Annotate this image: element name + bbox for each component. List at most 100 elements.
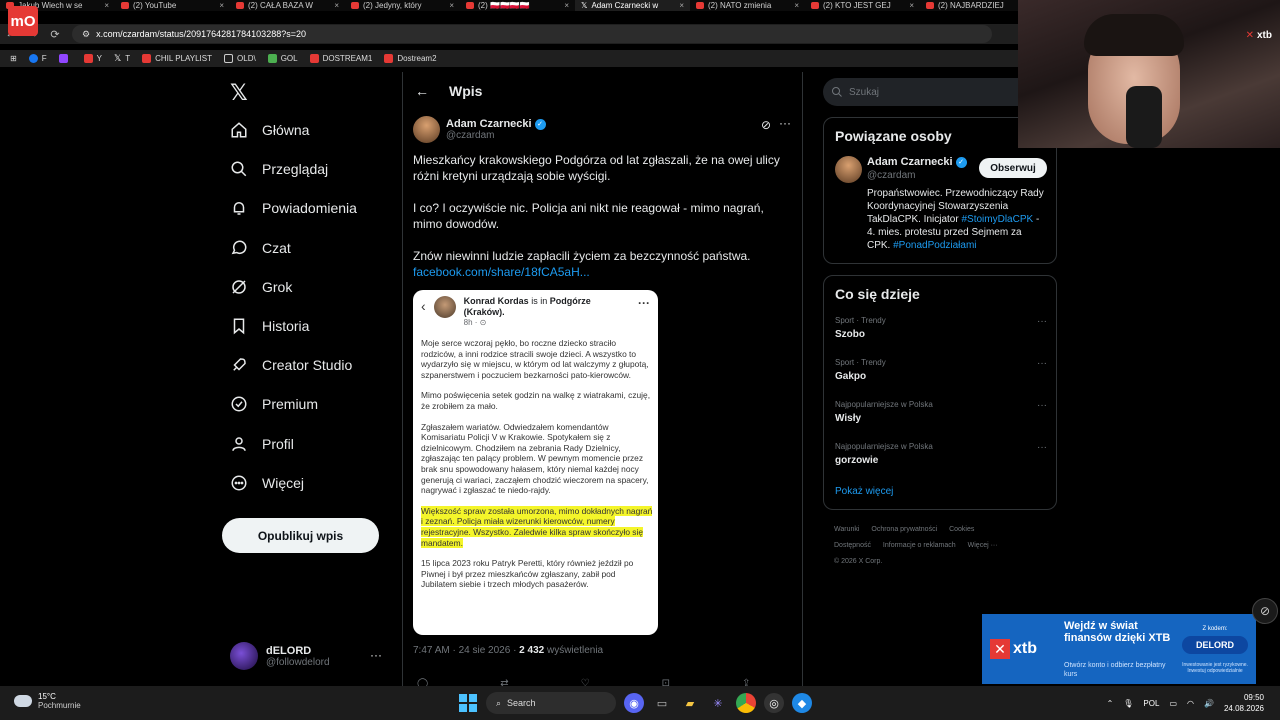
wifi-icon[interactable]: ◠ xyxy=(1187,699,1194,708)
ad-disclaimer: Inwestowanie jest ryzykowne. Inwestuj od… xyxy=(1182,662,1248,674)
nav-item-chat[interactable]: Czat xyxy=(230,239,291,257)
footer-link[interactable]: Więcej ··· xyxy=(968,542,998,549)
taskbar-search[interactable]: ⌕ Search xyxy=(486,692,616,714)
back-arrow-icon[interactable]: ← xyxy=(415,83,429,99)
bookmark-item[interactable]: CHIL PLAYLIST xyxy=(142,54,212,63)
nav-item-bell[interactable]: Powiadomienia xyxy=(230,199,357,217)
grok-icon[interactable]: ⊘ xyxy=(761,118,771,132)
bookmark-item[interactable]: OLD\ xyxy=(224,54,256,63)
author-name[interactable]: Adam Czarnecki xyxy=(446,118,532,130)
bookmark-item[interactable]: Y xyxy=(83,54,102,63)
repost-icon[interactable]: ⇄ xyxy=(500,678,508,686)
site-info-icon[interactable]: ⚙ xyxy=(82,29,90,40)
nav-item-home[interactable]: Główna xyxy=(230,121,309,139)
file-explorer-icon[interactable]: ▰ xyxy=(680,693,700,713)
footer-link[interactable]: Cookies xyxy=(949,526,974,533)
nav-item-label: Główna xyxy=(262,122,310,138)
nav-item-rocket[interactable]: Creator Studio xyxy=(230,356,352,374)
bookmark-item[interactable]: 𝕏T xyxy=(114,54,130,64)
author-handle[interactable]: @czardam xyxy=(446,130,546,141)
footer-link[interactable]: Dostępność xyxy=(834,542,871,549)
close-tab-icon[interactable]: × xyxy=(104,1,109,10)
edge-sidebar-icon[interactable]: ⊘ xyxy=(1252,598,1278,624)
trend-more-icon[interactable]: ··· xyxy=(1037,400,1047,411)
app-icon[interactable]: ◆ xyxy=(792,693,812,713)
reply-icon[interactable]: ◯ xyxy=(417,678,428,686)
language-indicator[interactable]: POL xyxy=(1143,699,1159,708)
like-icon[interactable]: ♡ xyxy=(581,678,590,686)
close-tab-icon[interactable]: × xyxy=(449,1,454,10)
related-name[interactable]: Adam Czarnecki xyxy=(867,156,953,168)
trend-more-icon[interactable]: ··· xyxy=(1037,358,1047,369)
browser-tab[interactable]: (2) Jedyny, który × xyxy=(345,0,460,11)
close-tab-icon[interactable]: × xyxy=(909,1,914,10)
trend-item[interactable]: Najpopularniejsze w Polska Wisły ··· xyxy=(835,400,1047,424)
tab-label: (2) CAŁA BAZA W xyxy=(248,1,313,10)
trend-item[interactable]: Sport · Trendy Gakpo ··· xyxy=(835,358,1047,382)
nav-item-premium[interactable]: Premium xyxy=(230,395,318,413)
reload-icon[interactable]: ⟳ xyxy=(44,28,66,41)
post-link[interactable]: facebook.com/share/18fCA5aH... xyxy=(413,264,793,280)
trend-more-icon[interactable]: ··· xyxy=(1037,442,1047,453)
clock[interactable]: 09:50 24.08.2026 xyxy=(1224,692,1264,714)
account-switcher[interactable]: dELORD @followdelord ··· xyxy=(230,640,390,672)
volume-icon[interactable]: 🔊 xyxy=(1204,699,1214,708)
follow-button[interactable]: Obserwuj xyxy=(979,158,1047,178)
weather-widget[interactable]: 15°C Pochmurnie xyxy=(14,692,81,710)
trend-item[interactable]: Najpopularniejsze w Polska gorzowie ··· xyxy=(835,442,1047,466)
trend-item[interactable]: Sport · Trendy Szobo ··· xyxy=(835,316,1047,340)
chevron-up-icon[interactable]: ⌃ xyxy=(1107,699,1114,708)
perplexity-icon[interactable]: ✳ xyxy=(708,693,728,713)
bookmark-item[interactable]: GOL xyxy=(267,54,298,63)
mic-tray-icon[interactable]: 🎙 xyxy=(1123,699,1133,708)
chrome-icon[interactable] xyxy=(736,693,756,713)
show-more-link[interactable]: Pokaż więcej xyxy=(835,486,893,497)
browser-tab[interactable]: (2) KTO JEST GEJ × xyxy=(805,0,920,11)
related-handle[interactable]: @czardam xyxy=(867,170,916,181)
close-tab-icon[interactable]: × xyxy=(219,1,224,10)
post-author[interactable]: Adam Czarnecki ✓ @czardam xyxy=(413,116,546,143)
bookmark-item[interactable]: DOSTREAM1 xyxy=(309,54,372,63)
bookmark-icon[interactable]: ⊡ xyxy=(662,678,670,686)
browser-tab[interactable]: (2) YouTube × xyxy=(115,0,230,11)
browser-tab[interactable]: 𝕏 Adam Czarnecki w × xyxy=(575,0,690,11)
discord-icon[interactable]: ◉ xyxy=(624,693,644,713)
close-tab-icon[interactable]: × xyxy=(564,1,569,10)
close-tab-icon[interactable]: × xyxy=(334,1,339,10)
nav-item-search[interactable]: Przeglądaj xyxy=(230,160,328,178)
browser-tab[interactable]: (2) 🇵🇱🇵🇱🇵🇱🇵🇱 × xyxy=(460,0,575,11)
footer-link[interactable]: Warunki xyxy=(834,526,859,533)
bookmark-item[interactable]: Dostream2 xyxy=(384,54,437,63)
bookmark-item[interactable]: F xyxy=(28,54,47,63)
post-button[interactable]: Opublikuj wpis xyxy=(222,518,379,553)
start-icon[interactable] xyxy=(458,693,478,713)
close-tab-icon[interactable]: × xyxy=(679,1,684,10)
obs-icon[interactable]: ◎ xyxy=(764,693,784,713)
post-time[interactable]: 7:47 AM · 24 sie 2026 · xyxy=(413,645,519,656)
x-logo-icon[interactable]: 𝕏 xyxy=(230,80,248,106)
more-options-icon[interactable]: ··· xyxy=(779,116,791,130)
browser-tab[interactable]: (2) NATO zmienia × xyxy=(690,0,805,11)
xtb-badge: ✕ xtb xyxy=(1246,30,1272,41)
network-icon[interactable]: ▭ xyxy=(1169,699,1177,708)
browser-tab[interactable]: (2) CAŁA BAZA W × xyxy=(230,0,345,11)
nav-item-person[interactable]: Profil xyxy=(230,435,294,453)
bio-hashtag[interactable]: #StoimyDlaCPK xyxy=(961,214,1033,225)
url-field[interactable]: ⚙ x.com/czardam/status/20917642817841032… xyxy=(72,25,992,43)
avatar[interactable] xyxy=(413,116,440,143)
nav-item-more[interactable]: Więcej xyxy=(230,474,304,492)
task-view-icon[interactable]: ▭ xyxy=(652,693,672,713)
footer-link[interactable]: Informacje o reklamach xyxy=(883,542,956,549)
share-icon[interactable]: ⇪ xyxy=(742,678,750,686)
bio-hashtag-2[interactable]: #PonadPodziałami xyxy=(893,240,976,251)
apps-grid-icon[interactable]: ⊞ xyxy=(10,54,17,63)
nav-item-bookmark[interactable]: Historia xyxy=(230,317,309,335)
nav-item-grok[interactable]: Grok xyxy=(230,278,292,296)
bookmark-item[interactable] xyxy=(58,54,72,63)
embedded-screenshot[interactable]: ‹ Konrad Kordas is in Podgórze (Kraków).… xyxy=(413,290,658,635)
trend-more-icon[interactable]: ··· xyxy=(1037,316,1047,327)
footer-link[interactable]: Ochrona prywatności xyxy=(871,526,937,533)
account-more-icon[interactable]: ··· xyxy=(370,648,382,662)
close-tab-icon[interactable]: × xyxy=(794,1,799,10)
avatar[interactable] xyxy=(835,156,862,183)
